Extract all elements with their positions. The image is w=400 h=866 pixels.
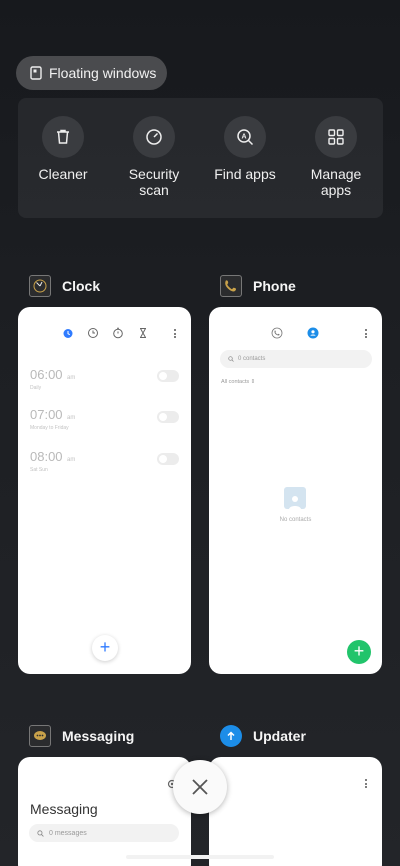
alarm-time: 08:00 [30,449,63,464]
contacts-filter-dropdown[interactable]: All contacts ⇕ [221,379,255,385]
alarm-ampm: am [67,375,76,381]
find-apps-label: Find apps [214,166,276,182]
svg-text:A: A [241,134,246,141]
floating-window-icon [30,66,42,80]
updater-app-card[interactable] [209,757,382,866]
alarm-item[interactable]: 06:00 am Daily [30,366,75,391]
phone-tabbar [271,327,332,339]
messaging-app-icon [29,725,51,747]
empty-contacts-icon [284,487,306,509]
messaging-app-name: Messaging [62,728,135,744]
cleaner-label: Cleaner [38,166,88,182]
alarm-repeat: Sat Sun [30,467,48,473]
phone-more-icon[interactable] [365,329,368,340]
phone-app-card[interactable]: 0 contacts All contacts ⇕ No contacts + [209,307,382,674]
alarm-ampm: am [67,457,76,463]
security-scan-tool[interactable]: Security scan [109,116,199,198]
manage-apps-tool[interactable]: Manage apps [291,116,381,198]
clear-all-button[interactable] [173,760,227,814]
clock-app-name: Clock [62,278,101,294]
alarm-ampm: am [67,415,76,421]
search-icon [37,829,44,837]
updater-app-name: Updater [253,728,306,744]
alarm-toggle[interactable] [157,370,179,382]
alarm-repeat: Daily [30,385,42,391]
contacts-icon[interactable] [307,327,319,339]
clock-tabbar [62,327,162,339]
clock-app-icon [29,275,51,297]
add-contact-button[interactable]: + [347,640,371,664]
find-apps-tool[interactable]: A Find apps [200,116,290,182]
phone-app-icon [220,275,242,297]
messages-search-input[interactable]: 0 messages [29,824,179,842]
quick-tools-panel: Cleaner Security scan A Find apps Manage… [18,98,383,218]
alarm-toggle[interactable] [157,411,179,423]
call-log-icon[interactable] [271,327,283,339]
close-icon [192,779,208,795]
chevron-updown-icon: ⇕ [250,379,256,385]
contacts-search-input[interactable]: 0 contacts [220,350,372,368]
phone-app-name: Phone [253,278,296,294]
contacts-filter-label: All contacts [221,379,250,385]
messaging-title: Messaging [30,801,98,817]
alarm-repeat: Monday to Friday [30,425,69,431]
timer-icon[interactable] [137,327,149,339]
home-indicator[interactable] [126,855,274,859]
messages-search-placeholder: 0 messages [49,829,87,837]
search-icon [228,356,234,362]
cleaner-tool[interactable]: Cleaner [18,116,108,182]
gauge-icon [133,116,175,158]
alarm-icon[interactable] [62,327,74,339]
alarm-item[interactable]: 08:00 am Sat Sun [30,448,75,473]
clock-app-header[interactable]: Clock [29,273,100,299]
clock-more-icon[interactable] [174,329,177,340]
alarm-item[interactable]: 07:00 am Monday to Friday [30,406,75,431]
alarm-time: 06:00 [30,367,63,382]
messaging-app-header[interactable]: Messaging [29,723,134,749]
empty-contacts-text: No contacts [279,517,312,523]
grid-icon [315,116,357,158]
updater-more-icon[interactable] [365,779,368,790]
updater-app-header[interactable]: Updater [220,723,306,749]
manage-apps-label: Manage apps [310,166,362,198]
messaging-app-card[interactable]: Messaging 0 messages [18,757,191,866]
trash-icon [42,116,84,158]
clock-app-card[interactable]: 06:00 am Daily 07:00 am Monday to Friday… [18,307,191,674]
security-scan-label: Security scan [128,166,180,198]
find-apps-icon: A [224,116,266,158]
contacts-search-placeholder: 0 contacts [238,356,266,362]
alarm-toggle[interactable] [157,453,179,465]
floating-windows-label: Floating windows [49,65,157,81]
updater-app-icon [220,725,242,747]
world-clock-icon[interactable] [87,327,99,339]
stopwatch-icon[interactable] [112,327,124,339]
add-alarm-button[interactable]: + [92,635,118,661]
alarm-time: 07:00 [30,407,63,422]
phone-app-header[interactable]: Phone [220,273,296,299]
floating-windows-button[interactable]: Floating windows [16,56,167,90]
